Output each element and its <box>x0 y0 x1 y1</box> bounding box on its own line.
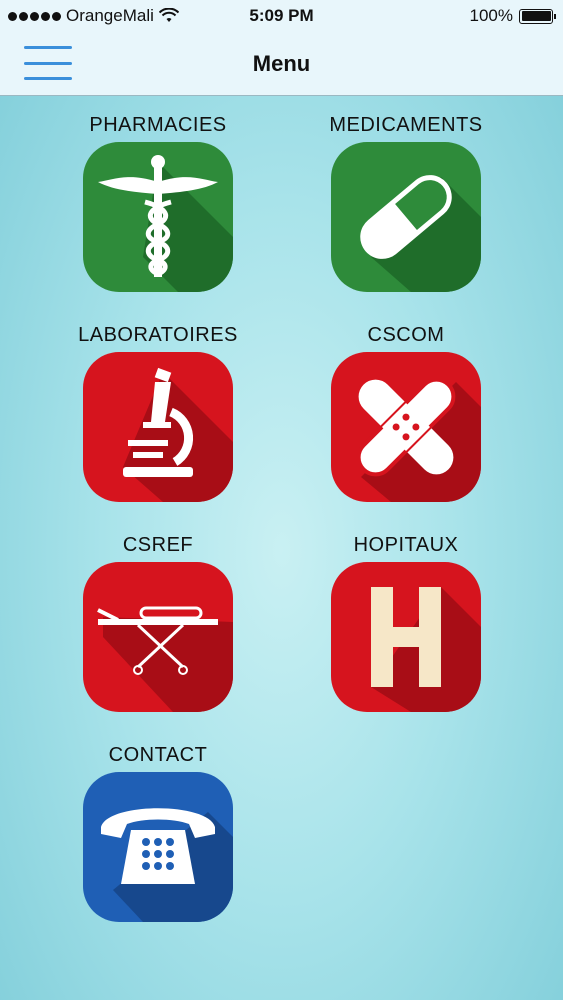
menu-item-cscom[interactable]: CSCOM <box>306 322 506 502</box>
menu-item-hopitaux[interactable]: HOPITAUX <box>306 532 506 712</box>
menu-item-pharmacies[interactable]: PHARMACIES <box>58 112 258 292</box>
menu-item-label: CSREF <box>122 534 194 556</box>
navigation-bar: Menu <box>0 32 563 96</box>
stretcher-icon[interactable] <box>83 562 233 712</box>
menu-item-contact[interactable]: CONTACT <box>58 742 258 922</box>
menu-item-label: MEDICAMENTS <box>329 114 483 136</box>
menu-item-laboratoires[interactable]: LABORATOIRES <box>58 322 258 502</box>
telephone-icon[interactable] <box>83 772 233 922</box>
battery-icon <box>519 8 556 24</box>
menu-item-csref[interactable]: CSREF <box>58 532 258 712</box>
hospital-h-icon[interactable] <box>331 562 481 712</box>
status-right: 100% <box>469 6 556 26</box>
menu-item-label: LABORATOIRES <box>78 324 238 346</box>
bandage-cross-icon[interactable] <box>331 352 481 502</box>
menu-item-label: PHARMACIES <box>89 114 227 136</box>
caduceus-icon[interactable] <box>83 142 233 292</box>
menu-item-medicaments[interactable]: MEDICAMENTS <box>306 112 506 292</box>
microscope-icon[interactable] <box>83 352 233 502</box>
menu-item-label: CSCOM <box>367 324 445 346</box>
menu-item-label: HOPITAUX <box>353 534 459 556</box>
battery-percent: 100% <box>469 6 513 25</box>
pill-capsule-icon[interactable] <box>331 142 481 292</box>
status-bar: OrangeMali 5:09 PM 100% <box>0 0 563 32</box>
menu-item-label: CONTACT <box>108 744 208 766</box>
page-title: Menu <box>252 51 311 76</box>
